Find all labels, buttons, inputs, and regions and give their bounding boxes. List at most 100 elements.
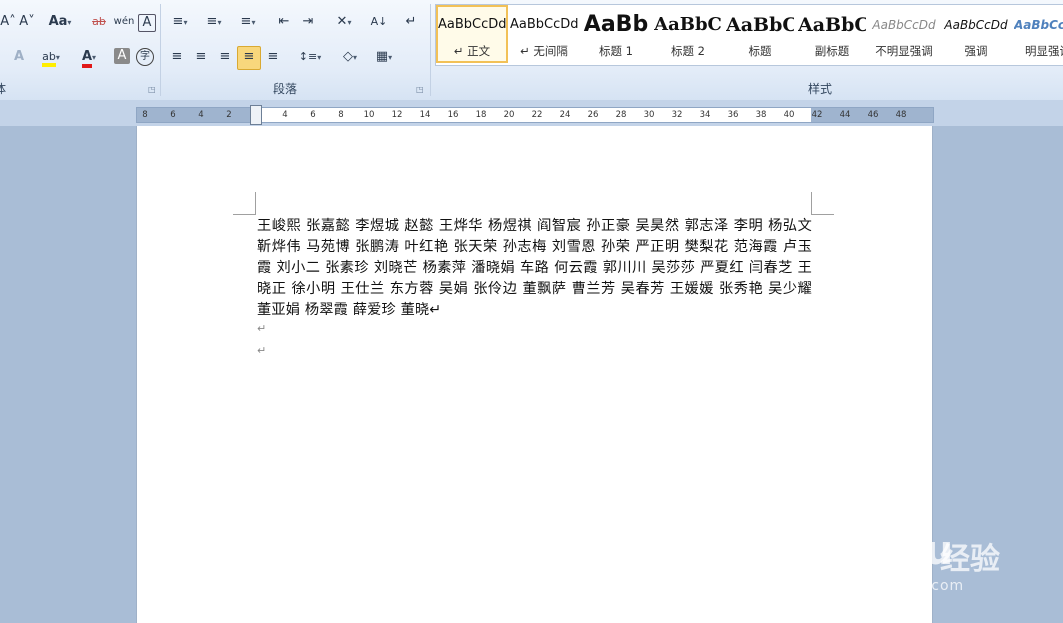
style-emphasis[interactable]: AaBbCcDd 强调 [942, 7, 1010, 61]
ruler-tick-label: 48 [895, 110, 907, 120]
style-name: 标题 2 [671, 44, 705, 58]
chevron-down-icon: ▾ [55, 53, 60, 62]
chevron-down-icon: ▾ [67, 18, 72, 27]
clear-format-button[interactable]: ab [88, 11, 110, 33]
ruler-tick-label: 20 [503, 110, 515, 120]
ruler-tick-label: 8 [338, 110, 344, 120]
ruler-tick-label: 6 [310, 110, 316, 120]
group-separator [160, 4, 161, 96]
ruler-tick-label: 12 [391, 110, 403, 120]
ruler-tick-label: 10 [363, 110, 375, 120]
ruler-tick-label: 46 [867, 110, 879, 120]
font-group-label: 体 [0, 80, 10, 98]
ruler-left-margin [137, 108, 255, 122]
style-sample: AaBbCcDd [1014, 18, 1063, 32]
style-heading-2[interactable]: AaBbC 标题 2 [654, 7, 722, 61]
grow-font-button[interactable]: A˄ [0, 11, 16, 33]
style-name: 强调 [964, 44, 988, 58]
line-spacing-button[interactable]: ↕≡▾ [296, 46, 324, 68]
style-sample: AaBbC [798, 14, 866, 36]
show-marks-button[interactable]: ↵ [402, 11, 420, 33]
ruler-tick-label: 4 [198, 110, 204, 120]
document-page[interactable]: 王峻熙 张嘉懿 李煜城 赵懿 王烨华 杨煜祺 阎智宸 孙正豪 吴昊然 郭志泽 李… [136, 126, 933, 623]
sort-button[interactable]: A↓ [368, 11, 390, 33]
chevron-down-icon: ▾ [217, 18, 222, 27]
watermark-logo: Bai du [816, 528, 953, 574]
paragraph-dialog-launcher-icon[interactable]: ◳ [416, 85, 424, 94]
borders-button[interactable]: ▦▾ [370, 46, 398, 68]
bullets-button[interactable]: ≡▾ [166, 11, 194, 33]
text-effect-button[interactable]: A [8, 46, 30, 68]
style-sample: AaBbC [726, 14, 794, 36]
crop-mark-top-right [811, 192, 834, 215]
style-subtle-emphasis[interactable]: AaBbCcDd 不明显强调 [870, 7, 938, 61]
crop-mark-top-left [233, 192, 256, 215]
styles-group-label: 样式 [807, 82, 832, 96]
ruler-tick-label: 14 [419, 110, 431, 120]
paragraph-group-label: 段落 [272, 82, 297, 96]
ruler-tick-label: 42 [811, 110, 823, 120]
center-button[interactable]: ≡ [190, 46, 212, 68]
ruler-tick-label: 8 [142, 110, 148, 120]
ruler-tick-label: 16 [447, 110, 459, 120]
align-left-button[interactable]: ≡ [166, 46, 188, 68]
style-sample: AaBbCcDd [510, 17, 578, 32]
body-paragraph[interactable]: 王峻熙 张嘉懿 李煜城 赵懿 王烨华 杨煜祺 阎智宸 孙正豪 吴昊然 郭志泽 李… [257, 216, 812, 321]
style-sample: AaBbCcDd [438, 17, 506, 32]
ruler-tick-label: 6 [170, 110, 176, 120]
indent-marker[interactable] [250, 105, 262, 125]
numbering-button[interactable]: ≡▾ [200, 11, 228, 33]
font-color-button[interactable]: A▾ [76, 46, 102, 68]
chinese-layout-icon: ✕ [336, 14, 348, 29]
style-name: ↵ 无间隔 [520, 44, 568, 58]
font-dialog-launcher-icon[interactable]: ◳ [148, 85, 156, 94]
style-sample: AaBbC [654, 14, 722, 35]
phonetic-guide-button[interactable]: wén [112, 11, 136, 33]
style-normal[interactable]: AaBbCcDd ↵ 正文 [436, 5, 508, 63]
distributed-button[interactable]: ≡ [262, 46, 284, 68]
styles-gallery: AaBbCcDd ↵ 正文 AaBbCcDd ↵ 无间隔 AaBb 标题 1 A… [435, 4, 1063, 66]
change-case-button[interactable]: Aa▾ [46, 11, 74, 33]
style-no-spacing[interactable]: AaBbCcDd ↵ 无间隔 [510, 7, 578, 61]
align-right-button[interactable]: ≡ [214, 46, 236, 68]
ribbon: A˄ A˅ Aa▾ ab wén A A ab▾ A▾ A 字 体 ◳ ≡▾ ≡… [0, 0, 1063, 101]
chevron-down-icon: ▾ [183, 18, 188, 27]
ruler-tick-label: 30 [643, 110, 655, 120]
style-name: 标题 1 [599, 44, 633, 58]
style-title[interactable]: AaBbC 标题 [726, 7, 794, 61]
style-sample: AaBbCcDd [944, 18, 1008, 32]
justify-button[interactable]: ≡ [237, 46, 261, 70]
character-shading-button[interactable]: A [114, 48, 130, 64]
style-subtitle[interactable]: AaBbC 副标题 [798, 7, 866, 61]
highlight-button[interactable]: ab▾ [38, 46, 64, 68]
decrease-indent-button[interactable]: ⇤ [274, 11, 294, 33]
style-name: 标题 [748, 44, 772, 58]
paragraph-mark: ↵ [257, 344, 267, 357]
chevron-down-icon: ▾ [347, 18, 352, 27]
change-case-label: Aa [48, 14, 68, 29]
font-color-label: A [81, 49, 93, 68]
style-heading-1[interactable]: AaBb 标题 1 [582, 7, 650, 61]
ruler-tick-label: 44 [839, 110, 851, 120]
chevron-down-icon: ▾ [317, 53, 322, 62]
ruler-tick-label: 22 [531, 110, 543, 120]
bullets-icon: ≡ [172, 14, 184, 29]
ruler-tick-label: 4 [282, 110, 288, 120]
multilevel-list-icon: ≡ [240, 14, 252, 29]
shading-button[interactable]: ◇▾ [336, 46, 364, 68]
style-name: 副标题 [814, 44, 850, 58]
chinese-layout-button[interactable]: ✕▾ [330, 11, 358, 33]
shrink-font-button[interactable]: A˅ [18, 11, 36, 33]
ruler-tick-label: 36 [727, 110, 739, 120]
style-sample: AaBb [583, 12, 649, 37]
style-name: 明显强调 [1025, 44, 1063, 58]
multilevel-list-button[interactable]: ≡▾ [234, 11, 262, 33]
ruler-tick-label: 38 [755, 110, 767, 120]
increase-indent-button[interactable]: ⇥ [298, 11, 318, 33]
enclose-characters-button[interactable]: 字 [136, 48, 154, 66]
group-separator [430, 4, 431, 96]
character-border-button[interactable]: A [138, 14, 156, 32]
ruler-tick-label: 2 [226, 110, 232, 120]
style-intense-emphasis[interactable]: AaBbCcDd 明显强调 [1014, 7, 1063, 61]
ruler-tick-label: 28 [615, 110, 627, 120]
